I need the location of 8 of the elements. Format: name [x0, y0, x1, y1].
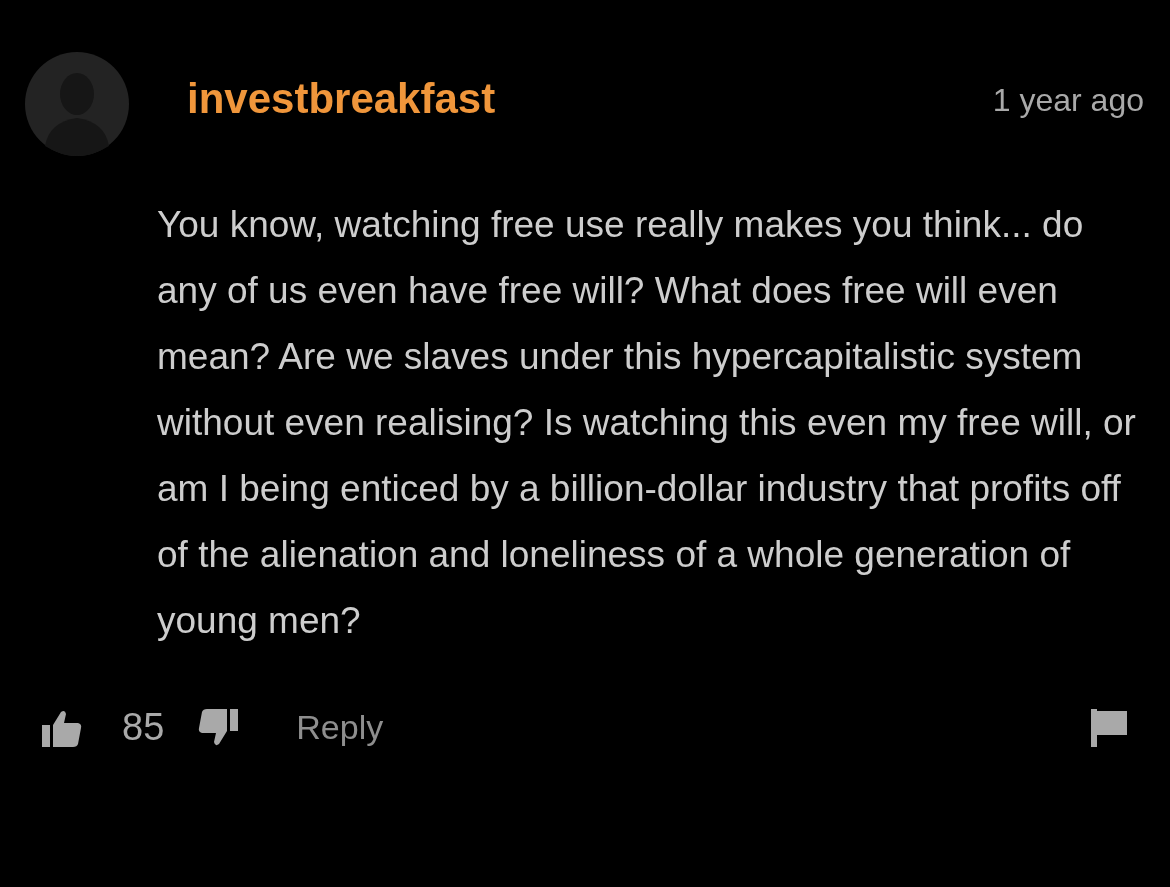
flag-icon[interactable] [1091, 708, 1127, 747]
comment-time: 1 year ago [992, 81, 1144, 119]
comment-text: You know, watching free use really makes you think... do any of us even have free will? What does free will even mean? Are we slaves under this hypercapitalistic system without even realising? Is watching this even my free will, or am I being enticed by a billion-dollar industry that profits off of the alienation and loneliness of a whole generation of young men? [157, 203, 1137, 643]
avatar-icon [25, 52, 129, 156]
like-count: 85 [122, 706, 165, 749]
thumbs-down-icon[interactable] [198, 707, 239, 748]
username-link[interactable]: investbreakfast [187, 75, 993, 123]
reply-button[interactable]: Reply [296, 708, 1091, 747]
